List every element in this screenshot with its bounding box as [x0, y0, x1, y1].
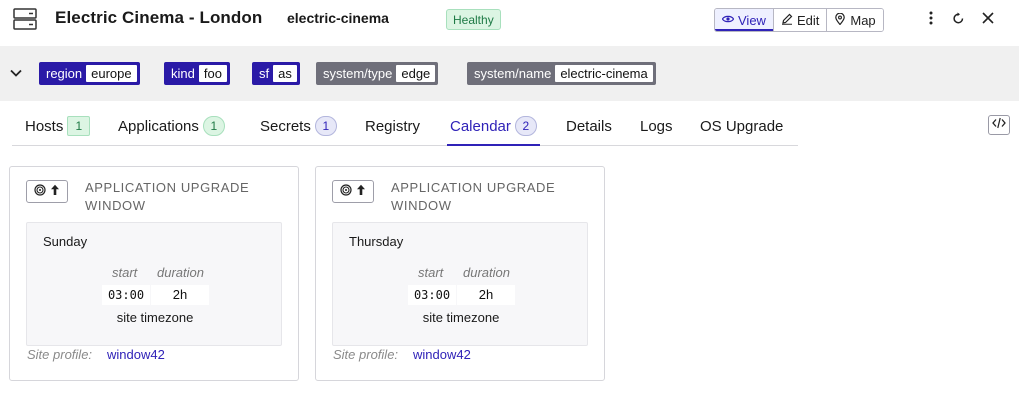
tab-count-badge: 1 [314, 116, 337, 136]
tab-label: Logs [640, 117, 673, 135]
refresh-icon[interactable] [950, 10, 966, 26]
label-value: as [273, 65, 297, 82]
tab-logs[interactable]: Logs [640, 115, 673, 137]
tab-os-upgrade[interactable]: OS Upgrade [700, 115, 783, 137]
edit-button[interactable]: Edit [773, 9, 828, 31]
card-title: APPLICATION UPGRADE WINDOW [391, 180, 556, 213]
app-upgrade-badge [26, 180, 68, 203]
tab-label: Hosts [25, 117, 64, 135]
tab-count-badge: 1 [202, 116, 225, 136]
labels-bar: region europe kind foo sf as system/type… [0, 46, 1019, 101]
application-icon [340, 183, 352, 201]
label-value: edge [396, 65, 436, 82]
tab-count-badge: 1 [67, 116, 91, 136]
kebab-menu-icon[interactable] [923, 10, 939, 26]
tab-secrets[interactable]: Secrets 1 [260, 115, 337, 137]
timezone-text: site timezone [116, 310, 194, 325]
label-key: system/name [474, 66, 552, 81]
tab-hosts[interactable]: Hosts 1 [25, 115, 91, 137]
label-value: foo [198, 65, 227, 82]
close-icon[interactable] [980, 10, 996, 26]
window-day: Thursday [349, 234, 404, 249]
tab-details[interactable]: Details [566, 115, 612, 137]
label-value: electric-cinema [555, 65, 653, 82]
window-schedule: Thursday start duration 03:00 2h site ti… [332, 222, 588, 346]
card-title: APPLICATION UPGRADE WINDOW [85, 180, 250, 213]
timezone-text: site timezone [422, 310, 500, 325]
label-key: region [46, 66, 83, 81]
tab-label: Registry [365, 117, 421, 135]
tab-label: Applications [118, 117, 199, 135]
duration-value: 2h [151, 285, 209, 305]
tab-label: OS Upgrade [700, 117, 784, 135]
tab-label: Calendar [450, 117, 511, 135]
code-view-button[interactable] [988, 115, 1010, 135]
start-label: start [112, 265, 138, 280]
tab-bar: Hosts 1 Applications 1 Secrets 1 Registr… [12, 101, 798, 146]
map-button[interactable]: Map [827, 9, 883, 31]
label-key: kind [171, 66, 195, 81]
label-tag-system-name[interactable]: system/name electric-cinema [467, 62, 656, 85]
start-time: 03:00 [102, 285, 150, 305]
tab-applications[interactable]: Applications 1 [118, 115, 225, 137]
window-schedule: Sunday start duration 03:00 2h site time… [26, 222, 282, 346]
tab-label: Secrets [260, 117, 311, 135]
tab-calendar[interactable]: Calendar 2 [447, 115, 540, 146]
header: Electric Cinema - London electric-cinema… [0, 0, 1019, 46]
label-tag-system-type[interactable]: system/type edge [316, 62, 439, 85]
site-profile-link[interactable]: window42 [413, 347, 471, 362]
upgrade-window-card: APPLICATION UPGRADE WINDOW Thursday star… [315, 166, 605, 381]
duration-label: duration [463, 265, 510, 280]
view-button[interactable]: View [715, 9, 774, 31]
site-slug: electric-cinema [287, 10, 389, 26]
app-upgrade-badge [332, 180, 374, 203]
edit-button-label: Edit [796, 12, 820, 28]
duration-label: duration [157, 265, 204, 280]
view-button-label: View [738, 12, 766, 28]
application-icon [34, 183, 46, 201]
chevron-down-icon[interactable] [9, 66, 23, 80]
arrow-up-icon [356, 183, 366, 201]
label-tag-kind[interactable]: kind foo [164, 62, 230, 85]
page-title: Electric Cinema - London [55, 8, 263, 27]
upgrade-window-card: APPLICATION UPGRADE WINDOW Sunday start … [9, 166, 299, 381]
server-icon [13, 8, 37, 30]
label-value: europe [86, 65, 137, 82]
site-profile-label: Site profile: [27, 347, 93, 362]
label-tag-sf[interactable]: sf as [252, 62, 300, 85]
view-mode-group: View Edit Map [714, 8, 884, 32]
tab-registry[interactable]: Registry [365, 115, 420, 137]
map-button-label: Map [850, 12, 876, 28]
label-key: sf [259, 66, 270, 81]
tab-label: Details [566, 117, 612, 135]
map-pin-icon [834, 12, 846, 28]
start-label: start [418, 265, 444, 280]
label-key: system/type [323, 66, 393, 81]
duration-value: 2h [457, 285, 515, 305]
health-badge: Healthy [446, 9, 501, 30]
window-day: Sunday [43, 234, 88, 249]
site-profile-label: Site profile: [333, 347, 399, 362]
start-time: 03:00 [408, 285, 456, 305]
eye-icon [721, 13, 735, 28]
tab-count-badge: 2 [514, 116, 537, 136]
pencil-icon [781, 13, 793, 28]
label-tag-region[interactable]: region europe [39, 62, 140, 85]
site-profile-link[interactable]: window42 [107, 347, 165, 362]
arrow-up-icon [50, 183, 60, 201]
code-icon [992, 116, 1006, 134]
